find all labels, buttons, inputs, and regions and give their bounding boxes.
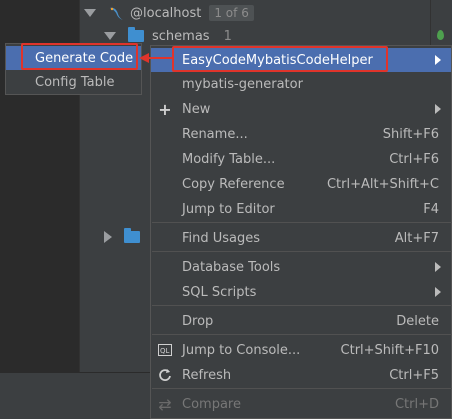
tree-node-collapsed[interactable] (104, 226, 148, 248)
plus-icon: + (158, 99, 172, 119)
menu-item-label: Drop (182, 313, 214, 329)
submenu-arrow-icon (435, 262, 441, 272)
host-label: @localhost (130, 5, 202, 21)
menu-item-compare[interactable]: ⇄ Compare Ctrl+D (151, 392, 451, 416)
mysql-icon (108, 5, 123, 21)
submenu-arrow-icon (435, 104, 441, 114)
menu-separator (152, 334, 452, 335)
menu-item-shortcut: Alt+F7 (394, 230, 439, 246)
menu-item-shortcut: Ctrl+Shift+F10 (340, 342, 439, 358)
menu-item-shortcut: Shift+F6 (382, 126, 439, 142)
menu-item-new[interactable]: + New (151, 97, 451, 121)
menu-item-label: mybatis-generator (182, 76, 303, 92)
menu-item-label: SQL Scripts (182, 284, 257, 300)
schemas-count: 1 (223, 28, 232, 44)
menu-item-shortcut: Delete (396, 313, 439, 329)
menu-item-modify-table[interactable]: Modify Table... Ctrl+F6 (151, 147, 451, 171)
menu-separator (152, 222, 452, 223)
menu-item-rename[interactable]: Rename... Shift+F6 (151, 122, 451, 146)
menu-item-jump-to-console[interactable]: QL Jump to Console... Ctrl+Shift+F10 (151, 338, 451, 362)
schemas-label: schemas (152, 28, 210, 44)
svg-text:QL: QL (160, 347, 170, 355)
menu-item-label: Rename... (182, 126, 248, 142)
menu-item-label: Jump to Console... (182, 342, 301, 358)
leaf-icon[interactable] (437, 30, 444, 40)
console-icon: QL (157, 342, 173, 358)
highlight-box (172, 46, 388, 72)
menu-item-label: New (182, 101, 211, 117)
menu-item-find-usages[interactable]: Find Usages Alt+F7 (151, 226, 451, 250)
menu-item-label: Modify Table... (182, 151, 276, 167)
menu-item-label: Find Usages (182, 230, 261, 246)
tree-node-localhost[interactable]: @localhost 1 of 6 (84, 2, 254, 24)
folder-icon (128, 27, 144, 42)
submenu-arrow-icon (435, 55, 441, 65)
menu-item-shortcut: Ctrl+Alt+Shift+C (326, 176, 439, 192)
menu-item-copy-reference[interactable]: Copy Reference Ctrl+Alt+Shift+C (151, 172, 451, 196)
menu-item-label: Compare (182, 396, 241, 412)
expand-arrow-icon[interactable] (104, 32, 116, 40)
host-count-badge: 1 of 6 (209, 5, 254, 21)
menu-item-refresh[interactable]: Refresh Ctrl+F5 (151, 363, 451, 387)
menu-item-label: Refresh (182, 367, 232, 383)
menu-item-shortcut: Ctrl+F6 (389, 151, 439, 167)
menu-item-shortcut: Ctrl+D (394, 396, 439, 412)
refresh-icon (157, 367, 173, 383)
pointer-arrow-icon (139, 53, 173, 63)
folder-icon (124, 228, 140, 243)
menu-item-label: Copy Reference (182, 176, 285, 192)
context-menu: EasyCodeMybatisCodeHelper mybatis-genera… (150, 45, 452, 419)
compare-icon: ⇄ (158, 394, 172, 414)
submenu-item-label: Config Table (35, 74, 115, 90)
menu-item-mybatis-generator[interactable]: mybatis-generator (151, 72, 451, 96)
menu-item-shortcut: Ctrl+F5 (389, 367, 439, 383)
menu-separator (152, 388, 452, 389)
submenu-item-config-table[interactable]: Config Table (6, 70, 141, 94)
submenu-arrow-icon (435, 287, 441, 297)
highlight-box (21, 43, 138, 70)
menu-item-label: Jump to Editor (182, 201, 275, 217)
menu-item-jump-to-editor[interactable]: Jump to Editor F4 (151, 197, 451, 221)
menu-separator (152, 305, 452, 306)
menu-separator (152, 251, 452, 252)
menu-item-label: Database Tools (182, 259, 281, 275)
menu-item-drop[interactable]: Drop Delete (151, 309, 451, 333)
menu-item-shortcut: F4 (423, 201, 439, 217)
collapse-arrow-icon[interactable] (104, 231, 112, 243)
menu-item-sql-scripts[interactable]: SQL Scripts (151, 280, 451, 304)
menu-item-database-tools[interactable]: Database Tools (151, 255, 451, 279)
expand-arrow-icon[interactable] (84, 9, 96, 17)
